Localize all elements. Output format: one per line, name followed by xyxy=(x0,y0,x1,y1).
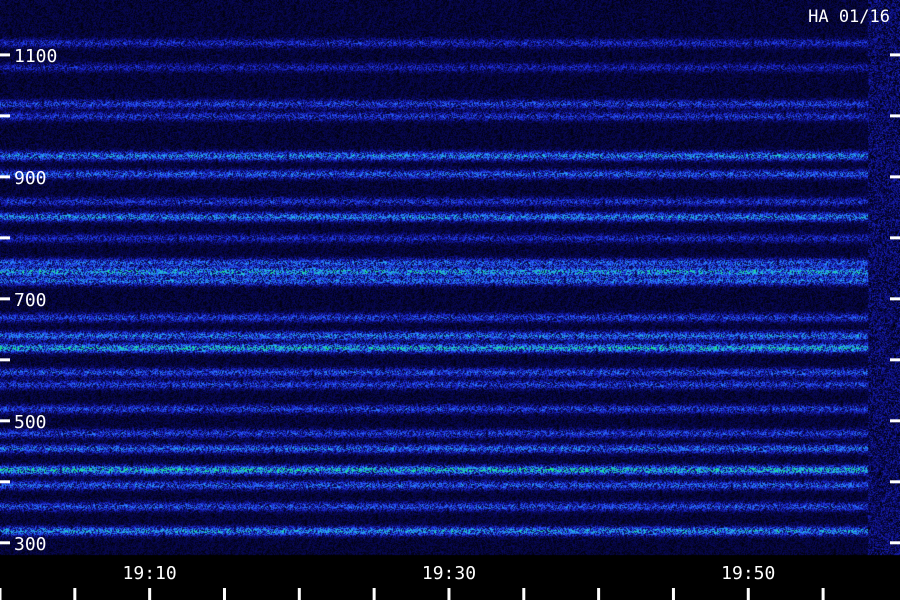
y-tick-label: 1100 xyxy=(14,46,57,67)
spectrogram-chart: 300 500 700 900 1100 19:10 19:30 19:50 HA 01/16 xyxy=(0,0,900,600)
chart-title: HA 01/16 xyxy=(808,7,890,27)
x-tick-label: 19:50 xyxy=(721,563,775,584)
y-tick-label: 700 xyxy=(14,290,47,311)
spectrogram-raster xyxy=(0,0,900,600)
spectrogram-svg: 300 500 700 900 1100 19:10 19:30 19:50 HA 01/16 xyxy=(0,0,900,600)
x-tick-label: 19:30 xyxy=(422,563,476,584)
x-tick-label: 19:10 xyxy=(123,563,177,584)
y-tick-label: 900 xyxy=(14,168,47,189)
y-tick-label: 500 xyxy=(14,412,47,433)
y-tick-label: 300 xyxy=(14,534,47,555)
spectrogram-image xyxy=(0,0,900,600)
